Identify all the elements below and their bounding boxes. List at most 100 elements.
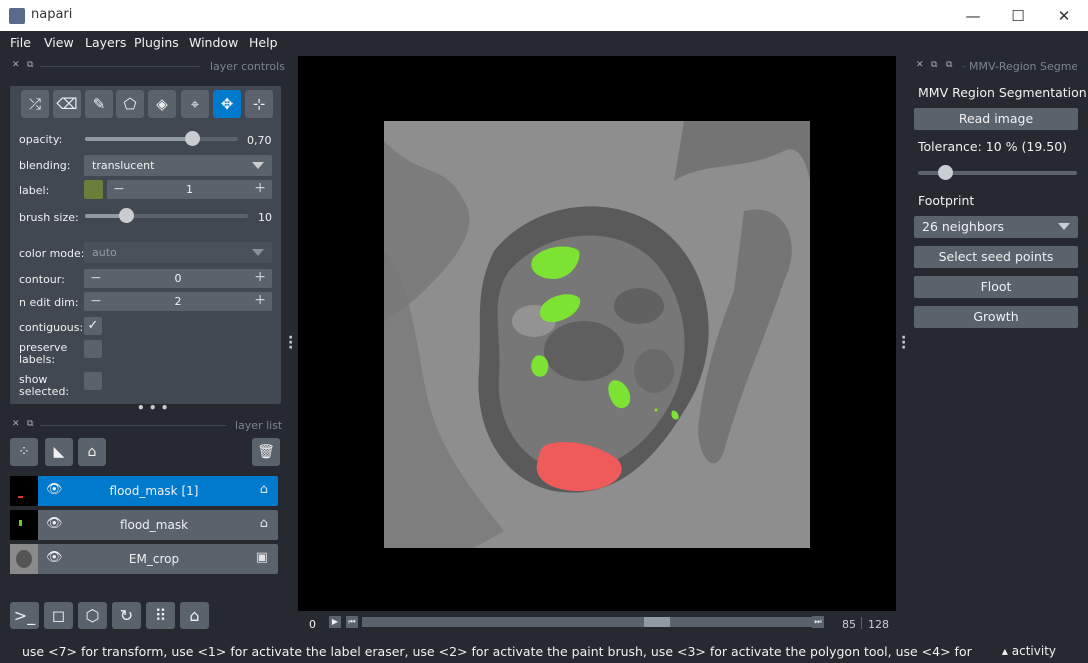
transpose-dims-icon[interactable]: ↻ bbox=[112, 602, 141, 629]
footprint-dropdown[interactable]: 26 neighbors bbox=[914, 216, 1078, 238]
layer-name: flood_mask bbox=[119, 518, 189, 532]
plugin-title: MMV Region Segmentation bbox=[918, 85, 1087, 100]
polygon-icon[interactable]: ⬠ bbox=[116, 90, 144, 118]
ndisplay-toggle-icon[interactable]: ◻ bbox=[44, 602, 73, 629]
visibility-eye-icon[interactable]: 👁 bbox=[46, 550, 63, 565]
color-mode-dropdown[interactable]: auto bbox=[84, 242, 272, 263]
step-back-icon[interactable]: ⏮ bbox=[346, 616, 358, 628]
floot-button[interactable]: Floot bbox=[914, 276, 1078, 298]
layer-row-em-crop[interactable]: 👁 EM_crop ▣ bbox=[10, 544, 278, 574]
plugin-dock-header: MMV-Region Segmenta bbox=[969, 60, 1077, 73]
tolerance-slider-handle[interactable] bbox=[937, 165, 953, 180]
new-labels-layer-icon[interactable]: ⌂ bbox=[78, 438, 106, 466]
read-image-button[interactable]: Read image bbox=[914, 108, 1078, 130]
layer-name: EM_crop bbox=[128, 552, 180, 566]
right-splitter-handle[interactable]: · · · bbox=[901, 331, 906, 355]
roll-dims-icon[interactable]: ⬡ bbox=[78, 602, 107, 629]
eraser-icon[interactable]: ⌫ bbox=[53, 90, 81, 118]
new-points-layer-icon[interactable]: ⁘ bbox=[10, 438, 38, 466]
contiguous-label: contiguous: bbox=[19, 321, 84, 334]
layer-row-flood-mask[interactable]: 👁 flood_mask ⌂ bbox=[10, 510, 278, 540]
chevron-down-icon bbox=[252, 162, 264, 169]
menu-window[interactable]: Window bbox=[189, 35, 238, 50]
n-edit-dim-value: 2 bbox=[174, 295, 182, 308]
dock-divider bbox=[40, 425, 226, 426]
dock-close-icon[interactable]: ✕ bbox=[12, 419, 20, 429]
chevron-down-icon bbox=[1058, 223, 1070, 230]
brush-size-slider-handle[interactable] bbox=[118, 208, 134, 223]
blending-label: blending: bbox=[19, 159, 71, 172]
growth-button[interactable]: Growth bbox=[914, 306, 1078, 328]
status-message: use <7> for transform, use <1> for activ… bbox=[22, 644, 972, 659]
home-icon[interactable]: ⌂ bbox=[180, 602, 209, 629]
pan-zoom-icon[interactable]: ⊹ bbox=[245, 90, 273, 118]
napari-app-icon bbox=[9, 8, 25, 24]
title-bar: napari — ☐ ✕ bbox=[0, 0, 1088, 31]
layer-controls-header: layer controls bbox=[210, 60, 285, 73]
contour-value: 0 bbox=[174, 272, 182, 285]
layer-thumbnail bbox=[10, 510, 38, 540]
show-selected-checkbox[interactable] bbox=[84, 372, 102, 390]
menu-file[interactable]: File bbox=[10, 35, 31, 50]
shuffle-icon[interactable]: ⤮ bbox=[21, 90, 49, 118]
preserve-labels-checkbox[interactable] bbox=[84, 340, 102, 358]
layer-thumbnail bbox=[10, 544, 38, 574]
close-button[interactable]: ✕ bbox=[1041, 0, 1087, 31]
dock-float-icon[interactable]: ⧉ bbox=[931, 60, 937, 70]
menu-help[interactable]: Help bbox=[249, 35, 278, 50]
brush-size-value: 10 bbox=[258, 211, 272, 224]
dock-resize-handle[interactable]: • • • bbox=[137, 401, 168, 415]
n-edit-dim-spinbox[interactable]: − 2 + bbox=[84, 292, 272, 311]
increment-icon[interactable]: + bbox=[254, 292, 266, 308]
menu-view[interactable]: View bbox=[44, 35, 74, 50]
opacity-slider-handle[interactable] bbox=[185, 131, 201, 146]
console-icon[interactable]: >_ bbox=[10, 602, 39, 629]
chevron-down-icon bbox=[252, 249, 264, 256]
dims-scrollbar-track[interactable] bbox=[362, 617, 812, 627]
select-seed-points-button[interactable]: Select seed points bbox=[914, 246, 1078, 268]
dock-float-icon[interactable]: ⧉ bbox=[27, 60, 33, 70]
color-picker-icon[interactable]: ⌖ bbox=[181, 90, 209, 118]
paint-brush-icon[interactable]: ✎ bbox=[85, 90, 113, 118]
play-icon[interactable]: ▶ bbox=[329, 616, 341, 628]
layer-thumbnail bbox=[10, 476, 38, 506]
menu-layers[interactable]: Layers bbox=[85, 35, 126, 50]
delete-layer-icon[interactable]: 🗑 bbox=[252, 438, 280, 466]
new-shapes-layer-icon[interactable]: ◣ bbox=[45, 438, 73, 466]
show-selected-label: show selected: bbox=[19, 374, 69, 398]
footprint-value: 26 neighbors bbox=[922, 219, 1005, 234]
contiguous-checkbox[interactable]: ✓ bbox=[84, 317, 102, 335]
fill-bucket-icon[interactable]: ◈ bbox=[148, 90, 176, 118]
show-selected-label-line2: selected: bbox=[19, 385, 70, 398]
contour-spinbox[interactable]: − 0 + bbox=[84, 269, 272, 288]
maximize-button[interactable]: ☐ bbox=[995, 0, 1041, 31]
label-value: 1 bbox=[186, 183, 193, 196]
left-splitter-handle[interactable]: · · · bbox=[288, 331, 293, 355]
n-edit-dim-label: n edit dim: bbox=[19, 296, 79, 309]
dock-float-icon[interactable]: ⧉ bbox=[946, 60, 952, 70]
activity-button[interactable]: ▴ activity bbox=[1002, 644, 1056, 658]
dock-close-icon[interactable]: ✕ bbox=[916, 60, 924, 70]
menu-plugins[interactable]: Plugins bbox=[134, 35, 179, 50]
step-forward-icon[interactable]: ⏭ bbox=[812, 616, 824, 628]
layer-name: flood_mask [1] bbox=[109, 484, 199, 498]
increment-icon[interactable]: + bbox=[254, 180, 266, 196]
window-title: napari bbox=[31, 7, 73, 22]
minimize-button[interactable]: — bbox=[950, 0, 996, 31]
preserve-labels-label: preserve labels: bbox=[19, 342, 67, 366]
visibility-eye-icon[interactable]: 👁 bbox=[46, 482, 63, 497]
transform-icon[interactable]: ✥ bbox=[213, 90, 241, 118]
blending-value: translucent bbox=[92, 159, 155, 172]
blending-dropdown[interactable]: translucent bbox=[84, 155, 272, 176]
label-spinbox[interactable]: − 1 + bbox=[107, 180, 272, 199]
layer-row-flood-mask-1[interactable]: 👁 flood_mask [1] ⌂ bbox=[10, 476, 278, 506]
dims-scrollbar-thumb[interactable] bbox=[643, 617, 670, 627]
em-crop-image bbox=[384, 121, 810, 548]
increment-icon[interactable]: + bbox=[254, 269, 266, 285]
dock-float-icon[interactable]: ⧉ bbox=[27, 419, 33, 429]
em-crop-render bbox=[384, 121, 810, 548]
status-bar: use <7> for transform, use <1> for activ… bbox=[0, 638, 1088, 663]
visibility-eye-icon[interactable]: 👁 bbox=[46, 516, 63, 531]
dock-close-icon[interactable]: ✕ bbox=[12, 60, 20, 70]
grid-view-icon[interactable]: ⠿ bbox=[146, 602, 175, 629]
